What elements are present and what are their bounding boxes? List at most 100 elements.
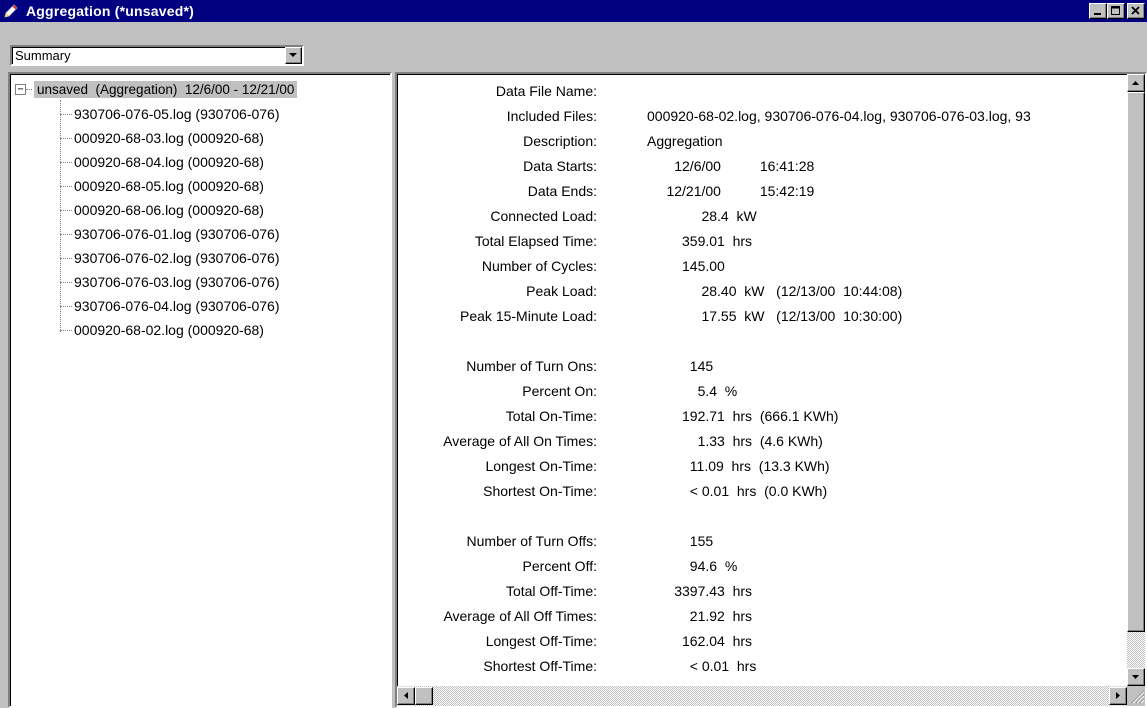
tree-item[interactable]: 000920-68-03.log (000920-68): [60, 126, 264, 150]
tree-connector: [60, 233, 72, 235]
chevron-down-icon: [289, 52, 297, 57]
summary-value: 11.09 hrs (13.3 KWh): [647, 457, 830, 474]
summary-row: Number of Turn Offs: 155: [397, 528, 1127, 553]
tree-item-label[interactable]: 000920-68-03.log (000920-68): [74, 130, 264, 146]
minimize-button[interactable]: [1089, 3, 1107, 19]
collapse-icon[interactable]: −: [15, 83, 26, 95]
tree-connector: [60, 257, 72, 259]
arrow-down-icon: [1132, 674, 1139, 679]
maximize-button[interactable]: [1107, 3, 1125, 19]
window-controls: [1089, 3, 1145, 19]
summary-row: Percent Off: 94.6 %: [397, 553, 1127, 578]
summary-label: Description:: [523, 132, 597, 149]
tree-item-label[interactable]: 000920-68-02.log (000920-68): [74, 322, 264, 338]
summary-row: Percent On: 5.4 %: [397, 378, 1127, 403]
tree-connector: [60, 185, 72, 187]
close-icon: [1131, 6, 1140, 15]
hscroll-thumb[interactable]: [415, 687, 433, 705]
summary-row: Peak 15-Minute Load: 17.55 kW (12/13/00 …: [397, 303, 1127, 328]
summary-label: Percent Off:: [522, 557, 597, 574]
tree-connector: [60, 209, 72, 211]
scroll-right-button[interactable]: [1109, 687, 1127, 705]
summary-label: Total Off-Time:: [505, 582, 597, 599]
summary-row: Number of Cycles: 145.00: [397, 253, 1127, 278]
tree-item-label[interactable]: 930706-076-05.log (930706-076): [74, 106, 280, 122]
scroll-thumb[interactable]: [1127, 92, 1145, 632]
arrow-up-icon: [1132, 80, 1139, 85]
tree-connector: [60, 161, 72, 163]
maximize-icon: [1111, 6, 1120, 15]
tree-item[interactable]: 930706-076-04.log (930706-076): [60, 294, 280, 318]
summary-value: 162.04 hrs: [647, 632, 753, 649]
summary-row: Data Ends: 12/21/00 15:42:19: [397, 178, 1127, 203]
scroll-up-button[interactable]: [1127, 74, 1145, 92]
view-select-dropdown-button[interactable]: [285, 47, 302, 64]
tree-item-label[interactable]: 930706-076-02.log (930706-076): [74, 250, 280, 266]
summary-label: Shortest On-Time:: [483, 482, 597, 499]
tree-item-label[interactable]: 000920-68-05.log (000920-68): [74, 178, 264, 194]
tree-item-label[interactable]: 000920-68-04.log (000920-68): [74, 154, 264, 170]
scroll-down-button[interactable]: [1127, 668, 1145, 686]
summary-label: Data File Name:: [495, 82, 597, 99]
tree-item[interactable]: 930706-076-03.log (930706-076): [60, 270, 280, 294]
summary-value: 3397.43 hrs: [647, 582, 753, 599]
title-bar[interactable]: Aggregation (*unsaved*): [0, 0, 1147, 22]
summary-label: Average of All Off Times:: [443, 607, 597, 624]
summary-label: Longest On-Time:: [485, 457, 597, 474]
summary-row: Total On-Time: 192.71 hrs (666.1 KWh): [397, 403, 1127, 428]
tree-item[interactable]: 930706-076-05.log (930706-076): [60, 102, 280, 126]
summary-row: Average of All Off Times: 21.92 hrs: [397, 603, 1127, 628]
summary-label: Average of All On Times:: [443, 432, 597, 449]
tree-root-label[interactable]: unsaved (Aggregation) 12/6/00 - 12/21/00: [34, 80, 298, 98]
tree-item[interactable]: 930706-076-01.log (930706-076): [60, 222, 280, 246]
arrow-right-icon: [1115, 692, 1120, 699]
summary-row: Shortest On-Time: < 0.01 hrs (0.0 KWh): [397, 478, 1127, 503]
summary-label: Data Starts:: [523, 157, 597, 174]
summary-label: Included Files:: [506, 107, 597, 124]
vertical-scrollbar[interactable]: [1127, 74, 1145, 686]
tree-item[interactable]: 930706-076-02.log (930706-076): [60, 246, 280, 270]
tree-connector: [60, 137, 72, 139]
summary-label: Percent On:: [522, 382, 597, 399]
summary-row: Number of Turn Ons: 145: [397, 353, 1127, 378]
summary-label: Shortest Off-Time:: [483, 657, 597, 674]
summary-label: Total On-Time:: [505, 407, 597, 424]
resize-grip-icon: [1131, 690, 1145, 704]
tree-item-label[interactable]: 930706-076-04.log (930706-076): [74, 298, 280, 314]
summary-value: Aggregation: [647, 132, 723, 149]
summary-value: 12/21/00 15:42:19: [647, 182, 815, 199]
tree-item-label[interactable]: 930706-076-01.log (930706-076): [74, 226, 280, 242]
tree-item[interactable]: 000920-68-04.log (000920-68): [60, 150, 264, 174]
tree-item-label[interactable]: 930706-076-03.log (930706-076): [74, 274, 280, 290]
file-tree[interactable]: − unsaved (Aggregation) 12/6/00 - 12/21/…: [8, 72, 392, 708]
summary-row: Average of All On Times: 1.33 hrs (4.6 K…: [397, 428, 1127, 453]
summary-value: 94.6 %: [647, 557, 738, 574]
summary-value: 28.40 kW (12/13/00 10:44:08): [647, 282, 903, 299]
summary-row: Connected Load: 28.4 kW: [397, 203, 1127, 228]
summary-row: Included Files: 000920-68-02.log, 930706-…: [397, 103, 1127, 128]
view-select-value: Summary: [15, 48, 71, 63]
summary-row: Description: Aggregation: [397, 128, 1127, 153]
tree-item[interactable]: 000920-68-02.log (000920-68): [60, 318, 264, 342]
tree-connector: [60, 113, 72, 115]
tree-item[interactable]: 000920-68-05.log (000920-68): [60, 174, 264, 198]
pencil-icon[interactable]: [0, 0, 22, 22]
resize-grip[interactable]: [1127, 686, 1145, 706]
summary-value: 21.92 hrs: [647, 607, 753, 624]
summary-value: 145: [647, 357, 714, 374]
summary-label: Number of Turn Offs:: [466, 532, 597, 549]
tree-item-label[interactable]: 000920-68-06.log (000920-68): [74, 202, 264, 218]
close-button[interactable]: [1127, 3, 1145, 19]
summary-value: 155: [647, 532, 714, 549]
tree-item[interactable]: 000920-68-06.log (000920-68): [60, 198, 264, 222]
horizontal-scrollbar[interactable]: [397, 686, 1127, 706]
view-select[interactable]: Summary: [10, 45, 304, 66]
summary-value: 145.00: [647, 257, 725, 274]
tree-connector: [60, 305, 72, 307]
tree-root-node[interactable]: − unsaved (Aggregation) 12/6/00 - 12/21/…: [15, 78, 298, 100]
hscroll-track[interactable]: [415, 686, 1109, 706]
summary-row: Data Starts: 12/6/00 16:41:28: [397, 153, 1127, 178]
summary-value: < 0.01 hrs (0.0 KWh): [647, 482, 828, 499]
window-title: Aggregation (*unsaved*): [26, 3, 194, 19]
scroll-left-button[interactable]: [397, 687, 415, 705]
